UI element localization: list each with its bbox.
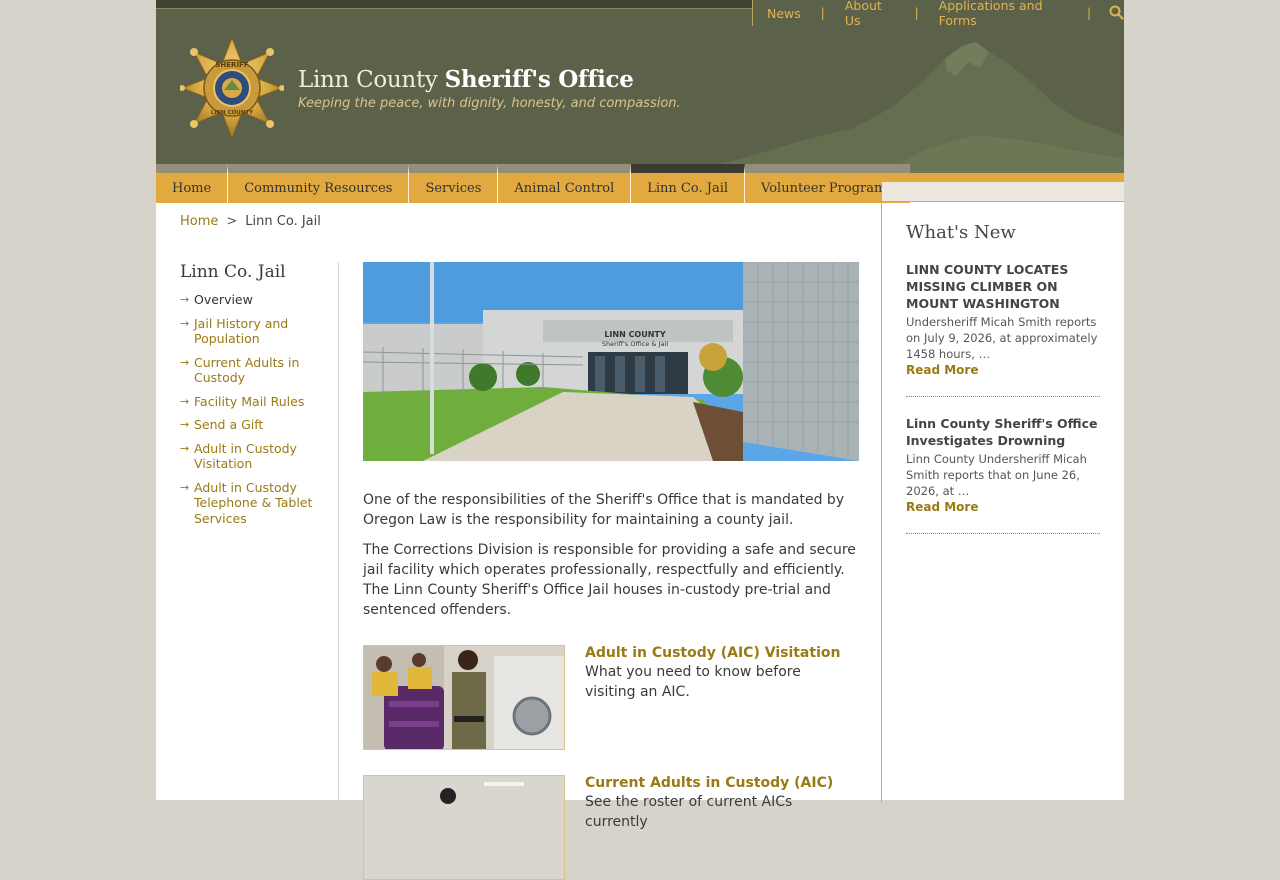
intro-paragraph-2: The Corrections Division is responsible …: [363, 542, 856, 618]
site-title-bold: Sheriff's Office: [444, 66, 634, 93]
card-visitation-desc: What you need to know before visiting an…: [585, 664, 801, 700]
current-adults-photo[interactable]: [363, 775, 565, 880]
sidebar-item-label: Adult in Custody Telephone & Tablet Serv…: [194, 479, 313, 526]
main-nav: Home Community Resources Services Animal…: [156, 164, 910, 203]
site-tagline: Keeping the peace, with dignity, honesty…: [298, 96, 681, 111]
sidebar-item-mail-rules[interactable]: → Facility Mail Rules: [180, 394, 330, 410]
news-item-summary: Undersheriff Micah Smith reports on July…: [906, 315, 1098, 361]
header-top-line: [156, 8, 753, 9]
news-item: Linn County Sheriff's Office Investigate…: [906, 415, 1100, 534]
nav-item-animal-control[interactable]: Animal Control: [498, 164, 632, 203]
search-icon[interactable]: [1109, 5, 1124, 21]
nav-item-community-resources[interactable]: Community Resources: [228, 164, 410, 203]
sidebar-item-label: Current Adults in Custody: [194, 354, 300, 386]
arrow-right-icon: →: [180, 418, 190, 431]
nav-beige-bar: [882, 182, 1124, 202]
site-title-light: Linn County: [298, 67, 438, 93]
sidebar-divider: [338, 262, 339, 802]
visitation-photo[interactable]: [363, 645, 565, 750]
badge-top-text: SHERIFF: [215, 61, 248, 69]
nav-gold-bar: [882, 173, 1124, 182]
read-more-link[interactable]: Read More: [906, 362, 1100, 378]
site-header: News | About Us | Applications and Forms…: [156, 0, 1124, 173]
intro-paragraph-1: One of the responsibilities of the Sheri…: [363, 492, 845, 528]
sidebar-item-overview[interactable]: → Overview: [180, 292, 330, 308]
main-content: LINN COUNTY Sheriff's Office & Jail One …: [363, 262, 859, 880]
sidebar-title: Linn Co. Jail: [180, 262, 286, 282]
right-column-border: [881, 203, 882, 803]
breadcrumb-home[interactable]: Home: [180, 214, 218, 229]
card-current-adults-title[interactable]: Current Adults in Custody (AIC): [585, 775, 833, 791]
sheriff-badge-logo[interactable]: SHERIFF LINN COUNTY: [179, 36, 285, 144]
utility-link-about-us[interactable]: About Us: [845, 0, 895, 28]
building-sign-subtext: Sheriff's Office & Jail: [602, 340, 668, 348]
building-sign-text: LINN COUNTY: [604, 330, 666, 339]
arrow-right-icon: →: [180, 480, 190, 494]
sidebar-item-telephone-tablet[interactable]: → Adult in Custody Telephone & Tablet Ser…: [180, 480, 330, 527]
nav-item-services[interactable]: Services: [409, 164, 499, 203]
sidebar-item-jail-history[interactable]: → Jail History and Population: [180, 316, 330, 347]
utility-nav: News | About Us | Applications and Forms…: [752, 0, 1124, 28]
arrow-right-icon: →: [180, 394, 190, 408]
breadcrumb-current: Linn Co. Jail: [245, 214, 321, 229]
arrow-right-icon: →: [180, 441, 190, 455]
arrow-right-icon: →: [180, 355, 190, 369]
header-top-strip: [156, 0, 753, 8]
nav-item-linn-co-jail[interactable]: Linn Co. Jail: [631, 164, 746, 203]
jail-building-photo: LINN COUNTY Sheriff's Office & Jail: [363, 262, 859, 461]
nav-item-home[interactable]: Home: [156, 164, 229, 203]
section-sidebar: Linn Co. Jail → Overview → Jail History an…: [180, 262, 330, 534]
news-item: LINN COUNTY LOCATES MISSING CLIMBER ON M…: [906, 261, 1100, 397]
read-more-link[interactable]: Read More: [906, 499, 1100, 515]
utility-link-news[interactable]: News: [767, 6, 801, 21]
card-visitation-title[interactable]: Adult in Custody (AIC) Visitation: [585, 645, 840, 661]
whats-new-column: What's New LINN COUNTY LOCATES MISSING C…: [906, 222, 1100, 552]
card-current-adults-desc: See the roster of current AICs currently: [585, 794, 793, 830]
sidebar-item-label: Send a Gift: [194, 417, 264, 432]
utility-separator: |: [914, 6, 919, 20]
sidebar-item-visitation[interactable]: → Adult in Custody Visitation: [180, 441, 330, 472]
utility-separator: |: [1086, 6, 1091, 20]
sidebar-item-label: Adult in Custody Visitation: [194, 440, 297, 472]
mountain-graphic: [684, 42, 1124, 173]
breadcrumb-separator: >: [226, 214, 238, 229]
site-title[interactable]: Linn County Sheriff's Office: [298, 66, 634, 93]
news-item-title[interactable]: Linn County Sheriff's Office Investigate…: [906, 415, 1100, 449]
utility-separator: |: [820, 6, 825, 20]
sidebar-item-current-adults[interactable]: → Current Adults in Custody: [180, 355, 330, 386]
utility-link-applications-forms[interactable]: Applications and Forms: [939, 0, 1067, 28]
news-item-summary: Linn County Undersheriff Micah Smith rep…: [906, 452, 1087, 498]
sidebar-item-label: Facility Mail Rules: [194, 393, 305, 409]
arrow-right-icon: →: [180, 293, 190, 306]
page: News | About Us | Applications and Forms…: [156, 0, 1124, 880]
sidebar-item-send-gift[interactable]: → Send a Gift: [180, 417, 330, 433]
sidebar-item-label: Jail History and Population: [194, 315, 289, 347]
news-item-title[interactable]: LINN COUNTY LOCATES MISSING CLIMBER ON M…: [906, 261, 1100, 312]
whats-new-heading: What's New: [906, 222, 1016, 243]
badge-bottom-text: LINN COUNTY: [211, 110, 254, 116]
breadcrumb: Home > Linn Co. Jail: [180, 214, 321, 229]
sidebar-item-label: Overview: [194, 292, 253, 307]
arrow-right-icon: →: [180, 316, 190, 330]
